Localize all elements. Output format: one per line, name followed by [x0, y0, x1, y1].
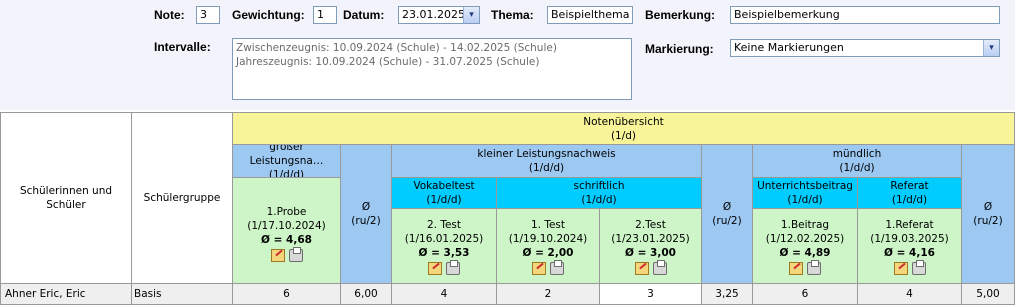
date-picker[interactable]: 23.01.2025 ▾	[398, 6, 480, 24]
edit-icon[interactable]	[428, 261, 442, 275]
grade-cell[interactable]: 4	[858, 284, 962, 305]
marking-value: Keine Markierungen	[734, 41, 844, 54]
test-column-header[interactable]: 1.Beitrag (1/12.02.2025) Ø = 4,89	[753, 209, 858, 284]
referat-header[interactable]: Referat (1/d/d)	[858, 178, 962, 209]
test-column-header[interactable]: 2. Test (1/16.01.2025) Ø = 3,53	[392, 209, 497, 284]
test-column-header[interactable]: 1.Referat (1/19.03.2025) Ø = 4,16	[858, 209, 962, 284]
grade-cell[interactable]: 4	[392, 284, 497, 305]
interval-item[interactable]: Zwischenzeugnis: 10.09.2024 (Schule) - 1…	[236, 41, 631, 55]
weight-input[interactable]: 1	[313, 6, 337, 24]
edit-icon[interactable]	[789, 261, 803, 275]
average-cell: 6,00	[341, 284, 392, 305]
test-column-header[interactable]: 2.Test (1/23.01.2025) Ø = 3,00	[600, 209, 702, 284]
students-header: Schülerinnen und Schüler	[0, 112, 132, 284]
remark-input[interactable]: Beispielbemerkung	[730, 6, 1000, 24]
intervals-label: Intervalle:	[154, 40, 211, 54]
interval-item[interactable]: Jahreszeugnis: 10.09.2024 (Schule) - 31.…	[236, 55, 631, 69]
grade-cell[interactable]: 2	[497, 284, 600, 305]
topic-label: Thema:	[491, 8, 534, 22]
grade-cell[interactable]: 6	[233, 284, 341, 305]
edit-icon[interactable]	[270, 249, 285, 262]
note-label: Note:	[154, 8, 185, 22]
grade-cell-active[interactable]: 3	[600, 284, 702, 305]
remark-label: Bemerkung:	[645, 8, 716, 22]
small-assessment-header[interactable]: kleiner Leistungsnachweis (1/d/d)	[392, 145, 702, 178]
marking-select[interactable]: Keine Markierungen ▾	[730, 39, 1000, 57]
schriftlich-header[interactable]: schriftlich (1/d/d)	[497, 178, 702, 209]
print-icon[interactable]	[911, 259, 926, 275]
edit-icon[interactable]	[532, 261, 546, 275]
edit-icon[interactable]	[634, 261, 649, 275]
weight-label: Gewichtung:	[232, 8, 305, 22]
unterrichtsbeitrag-header[interactable]: Unterrichtsbeitrag (1/d/d)	[753, 178, 858, 209]
grade-entry-form: Note: 3 Gewichtung: 1 Datum: 23.01.2025 …	[0, 0, 1015, 110]
student-name-cell[interactable]: Ahner Eric, Eric	[0, 284, 132, 305]
student-group-cell: Basis	[132, 284, 233, 305]
marking-label: Markierung:	[645, 42, 714, 56]
marking-dropdown-icon[interactable]: ▾	[983, 40, 999, 56]
date-value: 23.01.2025	[402, 8, 465, 21]
print-icon[interactable]	[652, 259, 667, 275]
oral-header[interactable]: mündlich (1/d/d)	[753, 145, 962, 178]
test-column-header[interactable]: 1. Test (1/19.10.2024) Ø = 2,00	[497, 209, 600, 284]
topic-input[interactable]: Beispielthema	[547, 6, 633, 24]
date-label: Datum:	[343, 8, 385, 22]
test-column-header[interactable]: 1.Probe (1/17.10.2024) Ø = 4,68	[233, 178, 341, 284]
average-cell: 3,25	[702, 284, 753, 305]
grade-table: Schülerinnen und Schüler Schülergruppe N…	[0, 112, 1015, 305]
small-average-header: Ø (ru/2)	[702, 145, 753, 284]
edit-icon[interactable]	[893, 261, 908, 275]
overview-header: Notenübersicht (1/d)	[233, 112, 1015, 145]
vokabeltest-header[interactable]: Vokabeltest (1/d/d)	[392, 178, 497, 209]
grade-cell[interactable]: 6	[753, 284, 858, 305]
print-icon[interactable]	[550, 259, 564, 275]
intervals-list[interactable]: Zwischenzeugnis: 10.09.2024 (Schule) - 1…	[232, 38, 632, 100]
print-icon[interactable]	[807, 259, 821, 275]
big-average-header: Ø (ru/2)	[341, 145, 392, 284]
average-cell: 5,00	[962, 284, 1015, 305]
print-icon[interactable]	[288, 247, 303, 262]
oral-average-header: Ø (ru/2)	[962, 145, 1015, 284]
date-dropdown-icon[interactable]: ▾	[463, 7, 479, 23]
big-assessment-header[interactable]: großer Leistungsna… (1/d/d)	[233, 145, 341, 178]
print-icon[interactable]	[446, 259, 460, 275]
group-header: Schülergruppe	[132, 112, 233, 284]
note-input[interactable]: 3	[196, 6, 220, 24]
